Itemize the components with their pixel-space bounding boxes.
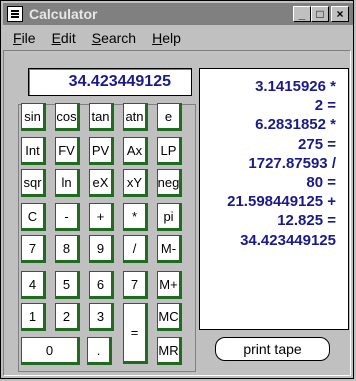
app-icon [7,6,23,22]
digit-0-key[interactable]: 0 [21,337,80,365]
maximize-button[interactable]: □ [311,6,329,22]
e-key[interactable]: e [157,103,182,131]
digit-9-key[interactable]: 9 [89,235,114,263]
plus-key[interactable]: + [89,203,114,231]
title-bar[interactable]: Calculator _ □ × [3,3,353,25]
digit-6-key[interactable]: 6 [89,271,114,299]
clear-key[interactable]: C [21,203,46,231]
sqr-key[interactable]: sqr [21,169,46,197]
ax-key[interactable]: Ax [123,137,148,165]
digit-4-key[interactable]: 4 [21,271,46,299]
equals-key[interactable]: = [123,303,148,364]
calculator-display: 34.423449125 [28,68,192,96]
tape-line: 21.598449125 + [227,193,336,211]
ln-key[interactable]: ln [55,169,80,197]
digit-1-key[interactable]: 1 [21,303,46,331]
fv-key[interactable]: FV [55,137,80,165]
menu-file[interactable]: File [13,30,36,46]
ex-key[interactable]: eX [89,169,114,197]
window-controls: _ □ × [293,6,349,22]
minus-key[interactable]: - [55,203,80,231]
decimal-key[interactable]: . [87,337,112,365]
divide-key[interactable]: / [123,235,148,263]
int-key[interactable]: Int [21,137,46,165]
tape-line: 2 = [314,97,336,115]
tan-key[interactable]: tan [89,103,114,131]
tape-line: 275 = [298,135,336,153]
pi-key[interactable]: pi [157,203,182,231]
tape-line: 6.2831852 * [255,116,336,134]
tape-line: 3.1415926 * [255,78,336,95]
tape-line: 1727.87593 / [248,154,336,172]
digit-3-key[interactable]: 3 [89,303,114,331]
close-button[interactable]: × [331,6,349,22]
pv-key[interactable]: PV [89,137,114,165]
tape-display: 3.1415926 * 2 = 6.2831852 * 275 = 1727.8… [199,68,349,330]
digit-7-key[interactable]: 7 [123,271,148,299]
cos-key[interactable]: cos [55,103,80,131]
menu-help[interactable]: Help [152,30,181,46]
neg-key[interactable]: neg [157,169,182,197]
menu-search[interactable]: Search [92,30,136,46]
digit-5-key[interactable]: 5 [55,271,80,299]
atn-key[interactable]: atn [123,103,148,131]
memory-plus-key[interactable]: M+ [157,271,182,299]
minimize-button[interactable]: _ [293,6,311,22]
tape-line: 80 = [306,174,336,192]
print-tape-button[interactable]: print tape [215,337,330,361]
xy-key[interactable]: xY [123,169,148,197]
multiply-key[interactable]: * [123,203,148,231]
tape-line: 12.825 = [277,212,336,230]
digit-8-key[interactable]: 8 [55,235,80,263]
memory-clear-key[interactable]: MC [157,303,182,331]
tape-line: 34.423449125 [240,231,336,249]
menu-edit[interactable]: Edit [52,30,76,46]
window-title: Calculator [29,6,98,22]
digit-2-key[interactable]: 2 [55,303,80,331]
memory-recall-key[interactable]: MR [157,337,182,365]
lp-key[interactable]: LP [157,137,182,165]
sin-key[interactable]: sin [21,103,46,131]
digit-7-key[interactable]: 7 [21,235,46,263]
memory-minus-key[interactable]: M- [157,235,182,263]
menu-bar: File Edit Search Help [3,27,187,49]
